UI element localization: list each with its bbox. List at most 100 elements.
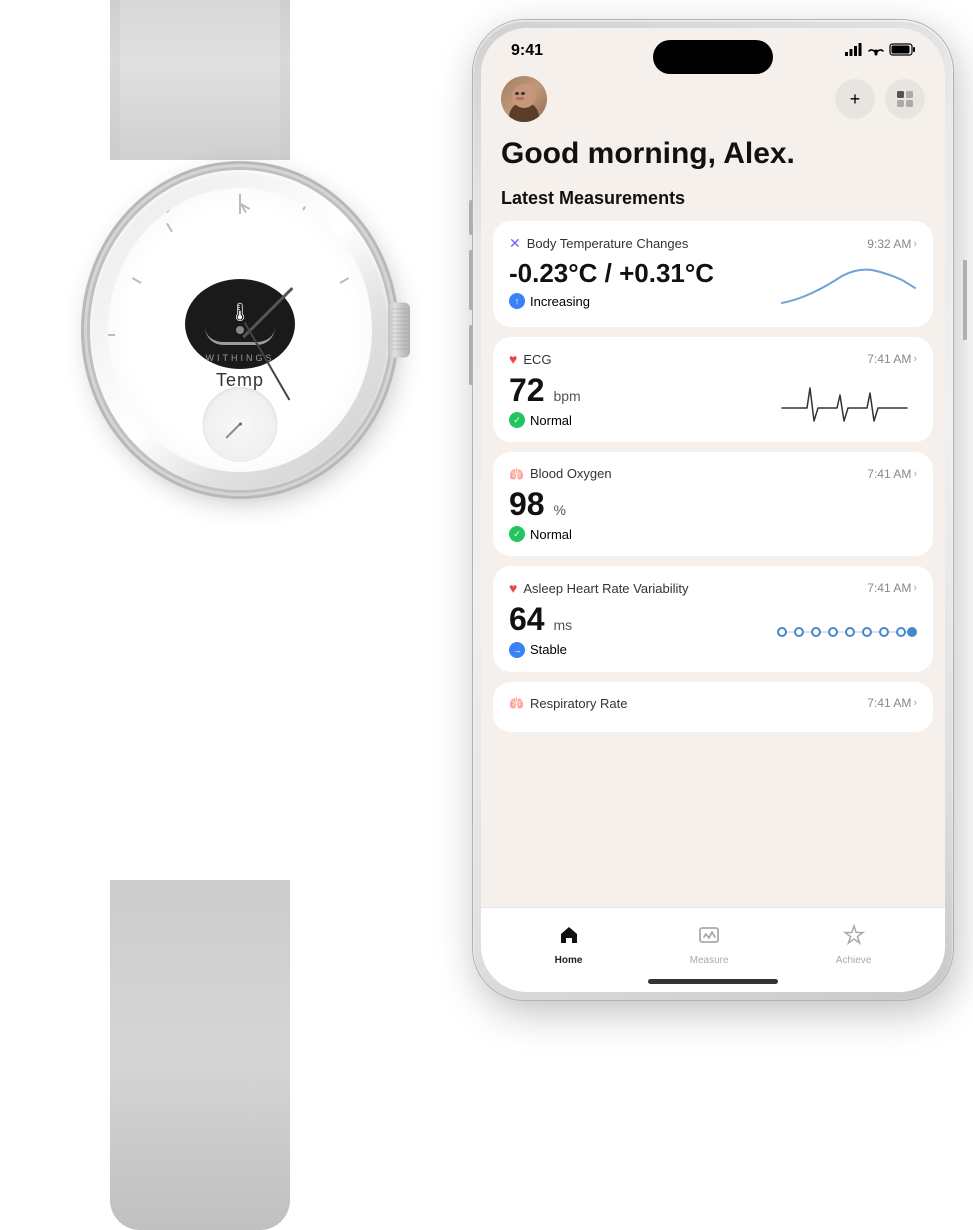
status-icon-normal-oxygen: ✓ <box>509 526 525 542</box>
status-icon-stable: → <box>509 642 525 658</box>
card-title-resp: 🫁 Respiratory Rate <box>509 696 628 711</box>
chevron-right-ecg-icon: › <box>913 353 917 365</box>
nav-measure-label: Measure <box>690 955 729 966</box>
achieve-icon <box>843 924 865 952</box>
watch-band-top <box>110 0 290 160</box>
chevron-right-icon: › <box>913 238 917 250</box>
nav-achieve-label: Achieve <box>836 955 872 966</box>
temp-chart <box>777 258 917 313</box>
card-title-text-oxygen: Blood Oxygen <box>530 466 612 481</box>
phone-display: 9:41 <box>473 20 963 1005</box>
watch-case: 🌡 Temp WITHINGS <box>90 170 390 490</box>
card-time-temp: 9:32 AM › <box>867 237 917 251</box>
ecg-chart <box>777 373 917 428</box>
card-title-text-temp: Body Temperature Changes <box>527 236 689 251</box>
card-values-ecg: 72 bpm ✓ Normal <box>509 373 767 428</box>
oxygen-icon: 🫁 <box>509 467 524 481</box>
card-time-hrv: 7:41 AM › <box>867 581 917 595</box>
temp-icon: ✕ <box>509 235 521 252</box>
nav-achieve[interactable]: Achieve <box>836 924 872 966</box>
oxygen-reading: 98 % <box>509 487 767 522</box>
temp-status: ↑ Increasing <box>509 293 767 309</box>
card-time-ecg: 7:41 AM › <box>867 352 917 366</box>
avatar <box>501 76 547 122</box>
status-time: 9:41 <box>511 42 543 60</box>
card-body-temp[interactable]: ✕ Body Temperature Changes 9:32 AM › -0.… <box>493 221 933 327</box>
ecg-reading: 72 bpm <box>509 373 767 408</box>
card-ecg[interactable]: ♥ ECG 7:41 AM › 72 bpm ✓ <box>493 337 933 442</box>
ecg-icon: ♥ <box>509 351 517 367</box>
hrv-status: → Stable <box>509 642 767 658</box>
temp-reading: -0.23°C / +0.31°C <box>509 258 767 289</box>
card-values-temp: -0.23°C / +0.31°C ↑ Increasing <box>509 258 767 309</box>
card-header-hrv: ♥ Asleep Heart Rate Variability 7:41 AM … <box>509 580 917 596</box>
measure-icon <box>698 924 720 952</box>
nav-home-label: Home <box>555 955 583 966</box>
watch-band-bottom <box>110 880 290 1230</box>
header-actions: + <box>835 79 925 119</box>
status-icon-normal-ecg: ✓ <box>509 412 525 428</box>
card-body-oxygen: 98 % ✓ Normal <box>509 487 917 542</box>
settings-button[interactable] <box>885 79 925 119</box>
dynamic-island <box>653 40 773 74</box>
watch-subdial <box>203 387 278 462</box>
wifi-icon <box>868 43 884 59</box>
card-blood-oxygen[interactable]: 🫁 Blood Oxygen 7:41 AM › 98 % ✓ <box>493 452 933 556</box>
subdial-center <box>239 423 242 426</box>
card-values-oxygen: 98 % ✓ Normal <box>509 487 767 542</box>
phone-screen: 9:41 <box>481 28 945 992</box>
oxygen-status-text: Normal <box>530 527 572 542</box>
card-header-ecg: ♥ ECG 7:41 AM › <box>509 351 917 367</box>
card-title-hrv: ♥ Asleep Heart Rate Variability <box>509 580 689 596</box>
hrv-reading: 64 ms <box>509 602 767 637</box>
home-indicator <box>648 979 778 984</box>
card-respiratory[interactable]: 🫁 Respiratory Rate 7:41 AM › <box>493 682 933 732</box>
card-title-temp: ✕ Body Temperature Changes <box>509 235 688 252</box>
oxygen-status: ✓ Normal <box>509 526 767 542</box>
chevron-right-hrv-icon: › <box>913 582 917 594</box>
hrv-chart <box>777 602 917 657</box>
status-icons <box>845 43 915 59</box>
ecg-status-text: Normal <box>530 413 572 428</box>
card-title-text-resp: Respiratory Rate <box>530 696 628 711</box>
card-header-temp: ✕ Body Temperature Changes 9:32 AM › <box>509 235 917 252</box>
card-body-hrv: 64 ms → Stable <box>509 602 917 657</box>
chevron-right-oxygen-icon: › <box>913 468 917 480</box>
hrv-icon: ♥ <box>509 580 517 596</box>
add-button[interactable]: + <box>835 79 875 119</box>
oxygen-chart <box>777 487 917 542</box>
power-button <box>963 260 967 340</box>
ecg-status: ✓ Normal <box>509 412 767 428</box>
card-header-resp: 🫁 Respiratory Rate 7:41 AM › <box>509 696 917 711</box>
nav-home[interactable]: Home <box>555 924 583 966</box>
card-time-resp: 7:41 AM › <box>867 696 917 710</box>
card-body-temp: -0.23°C / +0.31°C ↑ Increasing <box>509 258 917 313</box>
card-title-ecg: ♥ ECG <box>509 351 551 367</box>
card-hrv[interactable]: ♥ Asleep Heart Rate Variability 7:41 AM … <box>493 566 933 671</box>
temp-status-text: Increasing <box>530 294 590 309</box>
measurements-area[interactable]: ✕ Body Temperature Changes 9:32 AM › -0.… <box>481 221 945 955</box>
greeting-text: Good morning, Alex. <box>481 132 945 188</box>
watch-display: 🌡 Temp WITHINGS <box>30 80 450 950</box>
watch-crown <box>388 303 410 358</box>
nav-measure[interactable]: Measure <box>690 924 729 966</box>
bottom-navigation: Home Measure <box>481 907 945 992</box>
status-icon-increasing: ↑ <box>509 293 525 309</box>
app-header: + <box>481 68 945 132</box>
card-values-hrv: 64 ms → Stable <box>509 602 767 657</box>
watch-body: 🌡 Temp WITHINGS <box>70 140 410 520</box>
subdial-hand <box>225 424 240 439</box>
card-body-ecg: 72 bpm ✓ Normal <box>509 373 917 428</box>
section-title: Latest Measurements <box>481 188 945 221</box>
resp-icon: 🫁 <box>509 696 524 710</box>
card-title-oxygen: 🫁 Blood Oxygen <box>509 466 612 481</box>
home-icon <box>558 924 580 952</box>
card-title-text-ecg: ECG <box>523 352 551 367</box>
card-header-oxygen: 🫁 Blood Oxygen 7:41 AM › <box>509 466 917 481</box>
card-title-text-hrv: Asleep Heart Rate Variability <box>523 581 688 596</box>
card-time-oxygen: 7:41 AM › <box>867 467 917 481</box>
chevron-right-resp-icon: › <box>913 697 917 709</box>
thermometer-icon: 🌡 <box>229 302 252 323</box>
battery-icon <box>890 43 915 59</box>
signal-icon <box>845 43 862 59</box>
